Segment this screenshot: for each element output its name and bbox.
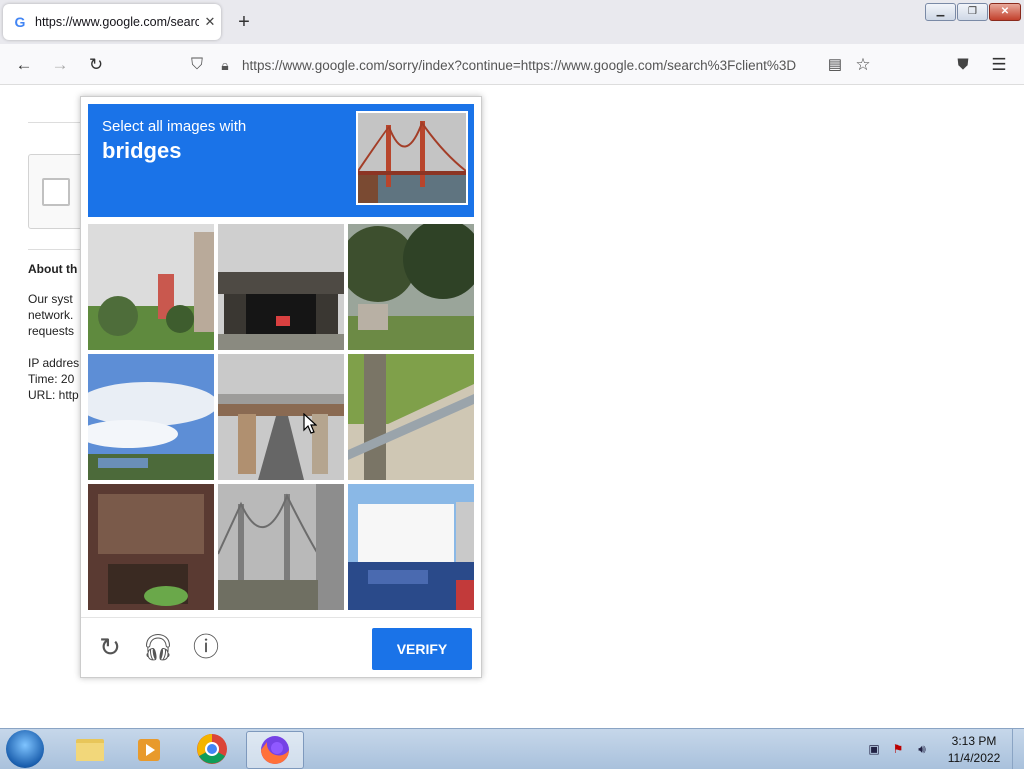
tab-title: https://www.google.com/search?client: [35, 15, 199, 29]
challenge-image-grid: [88, 224, 474, 610]
hamburger-menu-icon[interactable]: ☰: [988, 53, 1010, 77]
new-challenge-reload-icon[interactable]: ↻: [93, 630, 127, 664]
pocket-icon[interactable]: ⛊: [952, 53, 974, 77]
start-button[interactable]: [6, 730, 44, 768]
show-desktop-button[interactable]: [1012, 729, 1024, 769]
recaptcha-checkbox[interactable]: [42, 178, 70, 206]
google-favicon-icon: G: [14, 14, 26, 30]
back-button[interactable]: ←: [12, 53, 36, 77]
mouse-cursor-icon: [303, 413, 317, 434]
challenge-header: Select all images with bridges: [88, 104, 474, 217]
about-heading: About th: [28, 262, 78, 276]
window-minimize-button[interactable]: ▁: [925, 3, 956, 21]
divider: [28, 249, 88, 250]
verify-button[interactable]: VERIFY: [372, 628, 472, 670]
sample-bridge-image: [356, 111, 468, 205]
reader-view-icon[interactable]: ▤: [824, 53, 846, 77]
window-restore-button[interactable]: ❐: [957, 3, 988, 21]
clock-time[interactable]: 3:13 PM: [940, 734, 1008, 748]
firefox-taskbar-icon[interactable]: [246, 731, 304, 769]
challenge-tile-3[interactable]: [348, 224, 474, 350]
challenge-tile-6[interactable]: [348, 354, 474, 480]
volume-tray-icon[interactable]: 🔊︎: [914, 741, 930, 757]
challenge-tile-4[interactable]: [88, 354, 214, 480]
reload-button[interactable]: ↻: [84, 53, 108, 77]
tab-bar: G https://www.google.com/search?client ✕…: [0, 0, 1024, 44]
network-tray-icon[interactable]: ▣: [866, 741, 882, 757]
navigation-toolbar: ← → ↻ ⛉ 🔒︎ https://www.google.com/sorry/…: [0, 44, 1024, 85]
tab-close-icon[interactable]: ✕: [201, 13, 219, 31]
action-center-flag-icon[interactable]: ⚑: [890, 741, 906, 757]
body-text-line: network.: [28, 308, 74, 322]
challenge-instruction: Select all images with: [102, 118, 247, 135]
challenge-footer: ↻ 🎧︎ ⓘ VERIFY: [81, 617, 481, 678]
lock-icon[interactable]: 🔒︎: [215, 53, 235, 77]
help-info-icon[interactable]: ⓘ: [189, 630, 223, 664]
time-line: Time: 20: [28, 372, 75, 386]
windows-taskbar: ▣ ⚑ 🔊︎ 3:13 PM 11/4/2022: [0, 728, 1024, 769]
challenge-tile-8[interactable]: [218, 484, 344, 610]
body-text-line: requests: [28, 324, 75, 338]
forward-button[interactable]: →: [48, 53, 72, 77]
divider: [28, 122, 88, 123]
challenge-tile-7[interactable]: [88, 484, 214, 610]
file-explorer-taskbar-icon[interactable]: [62, 731, 118, 767]
media-player-taskbar-icon[interactable]: [122, 731, 178, 767]
window-close-button[interactable]: ✕: [989, 3, 1021, 21]
address-bar[interactable]: https://www.google.com/sorry/index?conti…: [242, 57, 818, 75]
challenge-target-word: bridges: [102, 138, 182, 163]
clock-date[interactable]: 11/4/2022: [940, 751, 1008, 765]
ip-address-line: IP addres: [28, 356, 80, 370]
challenge-tile-2[interactable]: [218, 224, 344, 350]
body-text-line: Our syst: [28, 292, 73, 306]
challenge-tile-9[interactable]: [348, 484, 474, 610]
audio-challenge-headphones-icon[interactable]: 🎧︎: [141, 630, 175, 664]
new-tab-button[interactable]: +: [233, 11, 255, 33]
tracking-protection-icon[interactable]: ⛉: [186, 53, 208, 77]
bookmark-star-icon[interactable]: ☆: [852, 53, 874, 77]
chrome-taskbar-icon[interactable]: [184, 731, 240, 767]
challenge-tile-5[interactable]: [218, 354, 344, 480]
browser-tab[interactable]: G https://www.google.com/search?client ✕: [3, 4, 221, 40]
url-line: URL: http: [28, 388, 79, 402]
challenge-tile-1[interactable]: [88, 224, 214, 350]
captcha-challenge-dialog: Select all images with bridges ↻ 🎧︎ ⓘ VE…: [80, 96, 482, 678]
